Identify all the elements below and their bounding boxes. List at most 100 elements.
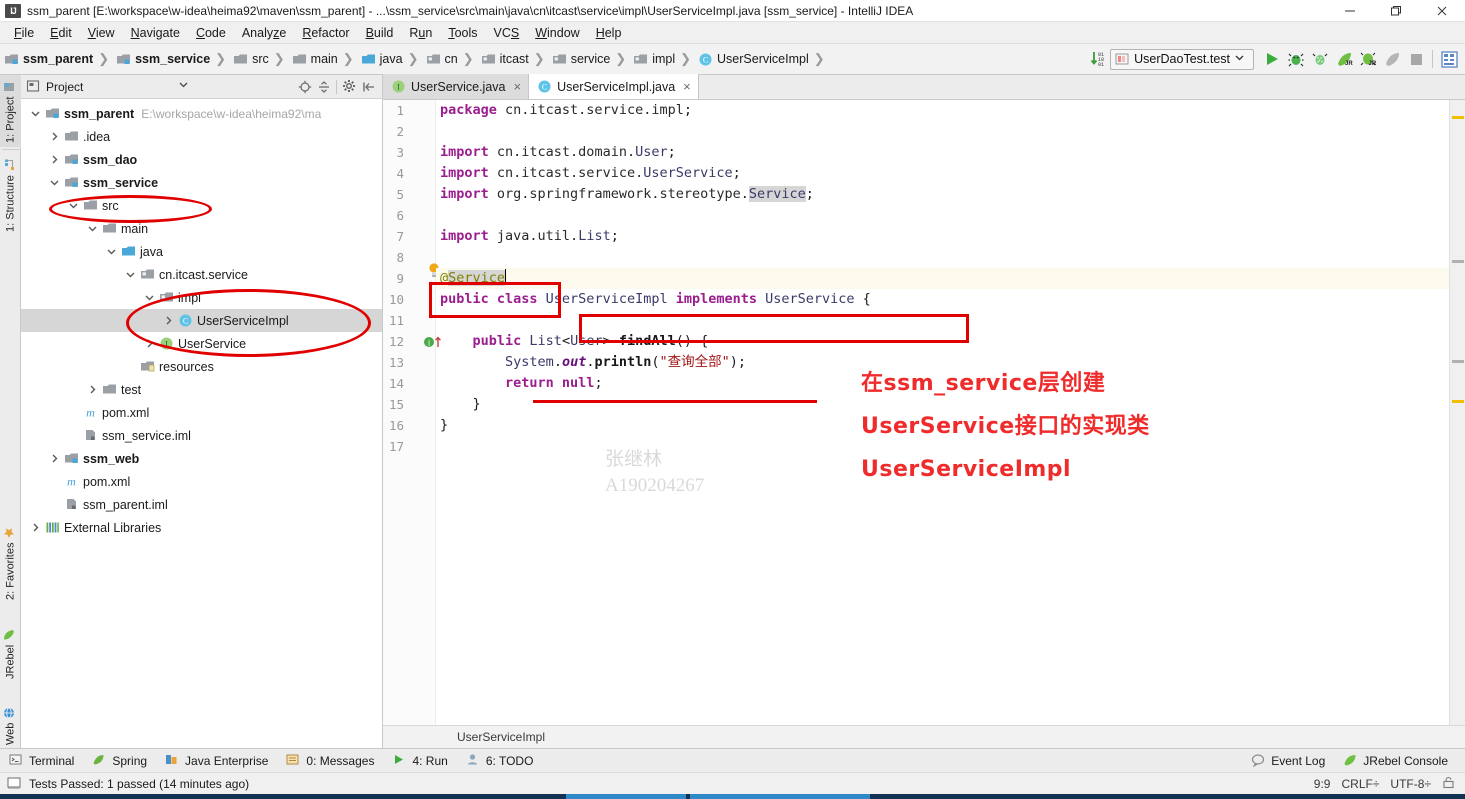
run-button[interactable]: [1260, 47, 1284, 71]
chevron-right-icon[interactable]: [48, 452, 61, 465]
tree-node-userserviceimpl[interactable]: C UserServiceImpl: [21, 309, 382, 332]
line-separator[interactable]: CRLF÷: [1341, 777, 1379, 791]
sidebar-item-structure[interactable]: 1: Structure: [0, 153, 21, 245]
breadcrumb-item-cn[interactable]: cn: [422, 44, 460, 75]
code-line[interactable]: import cn.itcast.domain.User;: [436, 142, 1449, 163]
menu-item-edit[interactable]: Edit: [42, 24, 80, 42]
chevron-down-icon[interactable]: [29, 107, 42, 120]
tree-node-ssm-service-iml[interactable]: ssm_service.iml: [21, 424, 382, 447]
close-icon[interactable]: ×: [683, 80, 691, 93]
chevron-down-icon[interactable]: [124, 268, 137, 281]
tree-node-test[interactable]: test: [21, 378, 382, 401]
chevron-down-icon[interactable]: [105, 245, 118, 258]
breadcrumb-item-ssm-parent[interactable]: ssm_parent: [0, 44, 95, 75]
menu-item-analyze[interactable]: Analyze: [234, 24, 294, 42]
chevron-right-icon[interactable]: [143, 337, 156, 350]
breadcrumb-item-java[interactable]: java: [357, 44, 405, 75]
chevron-right-icon[interactable]: [48, 130, 61, 143]
editor-gutter[interactable]: 1 2 3 4 5 6 7 8 9 10 11 12 13 14 15 16 17 I: [383, 100, 441, 725]
tree-node-pom-xml[interactable]: m pom.xml: [21, 470, 382, 493]
tree-node-cn-itcast-service[interactable]: cn.itcast.service: [21, 263, 382, 286]
breadcrumb-item-main[interactable]: main: [288, 44, 340, 75]
caret-position[interactable]: 9:9: [1314, 777, 1331, 791]
jrebel-debug-button[interactable]: JR: [1356, 47, 1380, 71]
menu-item-view[interactable]: View: [80, 24, 123, 42]
editor-tab-userservice-java[interactable]: I UserService.java ×: [383, 74, 530, 99]
bottom-item-messages[interactable]: 0: Messages: [277, 749, 383, 773]
tree-node-pom-xml[interactable]: m pom.xml: [21, 401, 382, 424]
tree-node-ssm-service[interactable]: ssm_service: [21, 171, 382, 194]
jrebel-console-button[interactable]: JRebel Console: [1334, 749, 1457, 773]
chevron-down-icon[interactable]: [86, 222, 99, 235]
run-configuration-selector[interactable]: UserDaoTest.test: [1110, 48, 1254, 70]
code-editor[interactable]: 1 2 3 4 5 6 7 8 9 10 11 12 13 14 15 16 17 I package cn.it…: [383, 100, 1465, 725]
hide-panel-button[interactable]: [359, 77, 378, 96]
maximize-button[interactable]: [1373, 0, 1419, 22]
menu-item-run[interactable]: Run: [401, 24, 440, 42]
layout-button[interactable]: [1437, 47, 1461, 71]
code-line[interactable]: public List<User> findAll() {: [436, 331, 1449, 352]
chevron-right-icon[interactable]: [86, 383, 99, 396]
sidebar-item-favorites[interactable]: 2: Favorites: [0, 521, 21, 619]
event-log-button[interactable]: Event Log: [1242, 749, 1334, 773]
settings-button[interactable]: [340, 77, 359, 96]
code-line[interactable]: [436, 310, 1449, 331]
locate-file-button[interactable]: [295, 77, 314, 96]
menu-item-help[interactable]: Help: [588, 24, 630, 42]
menu-item-tools[interactable]: Tools: [440, 24, 485, 42]
menu-item-file[interactable]: File: [6, 24, 42, 42]
menu-item-navigate[interactable]: Navigate: [123, 24, 188, 42]
close-button[interactable]: [1419, 0, 1465, 22]
tree-node-main[interactable]: main: [21, 217, 382, 240]
menu-item-refactor[interactable]: Refactor: [294, 24, 357, 42]
bottom-item-todo[interactable]: 6: TODO: [457, 749, 543, 773]
read-write-icon[interactable]: [1442, 776, 1457, 791]
sidebar-item-project[interactable]: 1: Project: [0, 75, 21, 147]
menu-item-code[interactable]: Code: [188, 24, 234, 42]
code-line[interactable]: import cn.itcast.service.UserService;: [436, 163, 1449, 184]
marker-stripe[interactable]: [1452, 400, 1464, 403]
breadcrumb-item-userserviceimpl[interactable]: C UserServiceImpl: [694, 44, 811, 75]
menu-item-window[interactable]: Window: [527, 24, 587, 42]
tree-node-java[interactable]: java: [21, 240, 382, 263]
bottom-item-java-enterprise[interactable]: Java Enterprise: [156, 749, 277, 773]
tree-node-ssm-web[interactable]: ssm_web: [21, 447, 382, 470]
coverage-button[interactable]: [1308, 47, 1332, 71]
project-tree[interactable]: ssm_parent E:\workspace\w-idea\heima92\ma…: [21, 99, 382, 748]
code-line[interactable]: [436, 247, 1449, 268]
code-line[interactable]: import org.springframework.stereotype.Se…: [436, 184, 1449, 205]
sidebar-item-jrebel[interactable]: JRebel: [0, 623, 21, 697]
close-icon[interactable]: ×: [513, 80, 521, 93]
tree-node-ssm-dao[interactable]: ssm_dao: [21, 148, 382, 171]
chevron-down-icon[interactable]: [178, 79, 193, 94]
minimize-button[interactable]: [1327, 0, 1373, 22]
editor-tab-userserviceimpl-java[interactable]: C UserServiceImpl.java ×: [529, 74, 699, 99]
tree-node-src[interactable]: src: [21, 194, 382, 217]
tree-node-resources[interactable]: resources: [21, 355, 382, 378]
sort-numeric-icon[interactable]: 01 10 01: [1086, 47, 1110, 71]
breadcrumb-item-src[interactable]: src: [229, 44, 271, 75]
jrebel-profile-button[interactable]: [1380, 47, 1404, 71]
breadcrumb-item-impl[interactable]: impl: [629, 44, 677, 75]
chevron-down-icon[interactable]: [67, 199, 80, 212]
chevron-down-icon[interactable]: [48, 176, 61, 189]
chevron-down-icon[interactable]: [143, 291, 156, 304]
marker-stripe[interactable]: [1452, 360, 1464, 363]
tree-node-ssm-parent[interactable]: ssm_parent E:\workspace\w-idea\heima92\ma: [21, 102, 382, 125]
code-line[interactable]: import java.util.List;: [436, 226, 1449, 247]
breadcrumb-item-service[interactable]: service: [548, 44, 613, 75]
chevron-right-icon[interactable]: [48, 153, 61, 166]
tree-node-impl[interactable]: impl: [21, 286, 382, 309]
editor-breadcrumb[interactable]: UserServiceImpl: [383, 725, 1465, 748]
breadcrumb-item-itcast[interactable]: itcast: [477, 44, 531, 75]
debug-button[interactable]: [1284, 47, 1308, 71]
bottom-item-terminal[interactable]: Terminal: [0, 749, 83, 773]
tree-node-ssm-parent-iml[interactable]: ssm_parent.iml: [21, 493, 382, 516]
code-line[interactable]: @Service: [436, 268, 1449, 289]
chevron-right-icon[interactable]: [29, 521, 42, 534]
chevron-right-icon[interactable]: [162, 314, 175, 327]
tree-node-external-libraries[interactable]: External Libraries: [21, 516, 382, 539]
code-line[interactable]: [436, 121, 1449, 142]
breadcrumb-item-ssm-service[interactable]: ssm_service: [112, 44, 212, 75]
code-line[interactable]: [436, 205, 1449, 226]
